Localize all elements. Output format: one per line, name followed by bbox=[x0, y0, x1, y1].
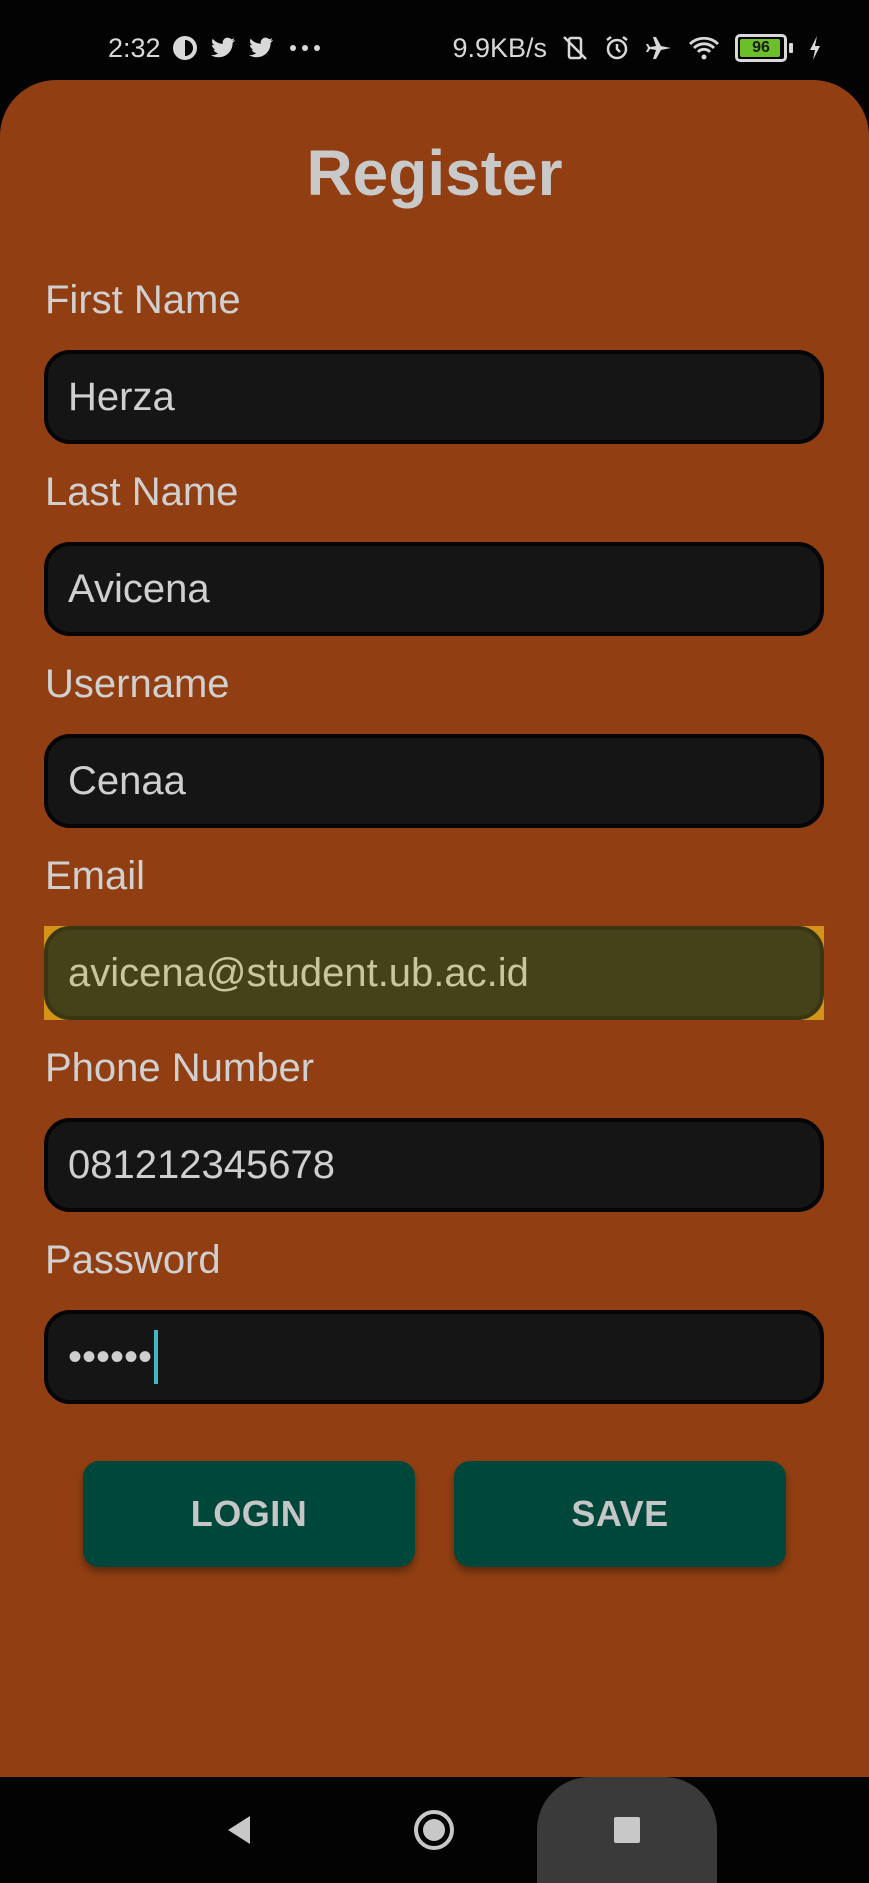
last-name-label: Last Name bbox=[45, 470, 239, 514]
navigation-bar bbox=[0, 1777, 869, 1883]
back-icon bbox=[228, 1816, 250, 1844]
first-name-label: First Name bbox=[45, 278, 241, 322]
twitter-icon bbox=[210, 37, 235, 58]
alarm-icon bbox=[606, 36, 628, 60]
recents-icon bbox=[614, 1817, 640, 1843]
wifi-icon bbox=[689, 36, 719, 60]
email-field[interactable]: avicena@student.ub.ac.id bbox=[44, 926, 824, 1020]
status-time: 2:32 bbox=[108, 33, 161, 63]
page-title: Register bbox=[306, 137, 563, 209]
battery-percent: 96 bbox=[752, 39, 770, 56]
email-label: Email bbox=[45, 854, 146, 898]
network-speed: 9.9KB/s bbox=[452, 33, 547, 63]
recents-button[interactable] bbox=[562, 1777, 692, 1883]
airplane-icon bbox=[646, 37, 671, 59]
save-button[interactable]: SAVE bbox=[454, 1461, 786, 1567]
battery-indicator: 96 bbox=[735, 34, 793, 62]
text-cursor bbox=[154, 1330, 159, 1384]
twitter-icon bbox=[248, 37, 273, 58]
password-field[interactable]: •••••• bbox=[44, 1310, 824, 1404]
first-name-field[interactable]: Herza bbox=[44, 350, 824, 444]
register-sheet: Register First Name Herza Last Name Avic… bbox=[0, 80, 869, 1777]
last-name-field[interactable]: Avicena bbox=[44, 542, 824, 636]
screen: 2:32 9.9KB/s 96 Register First Name Herz… bbox=[0, 0, 869, 1883]
password-label: Password bbox=[45, 1238, 221, 1282]
email-field-value: avicena@student.ub.ac.id bbox=[44, 926, 824, 1020]
more-icon bbox=[289, 45, 320, 51]
phone-number-field[interactable]: 081212345678 bbox=[44, 1118, 824, 1212]
back-button[interactable] bbox=[174, 1777, 304, 1883]
username-label: Username bbox=[45, 662, 230, 706]
status-bar-right: 9.9KB/s 96 bbox=[452, 34, 823, 62]
home-icon bbox=[414, 1810, 454, 1850]
battery-cap bbox=[789, 43, 793, 53]
password-value: •••••• bbox=[68, 1334, 153, 1379]
vibrate-off-icon bbox=[563, 36, 587, 60]
status-bar-left: 2:32 bbox=[108, 34, 325, 62]
battery-icon: 96 bbox=[735, 34, 787, 62]
notification-app-icon bbox=[172, 36, 197, 60]
home-button[interactable] bbox=[369, 1777, 499, 1883]
status-bar: 2:32 9.9KB/s 96 bbox=[0, 0, 869, 80]
phone-number-label: Phone Number bbox=[45, 1046, 315, 1090]
charging-icon bbox=[810, 36, 820, 60]
username-field[interactable]: Cenaa bbox=[44, 734, 824, 828]
login-button[interactable]: LOGIN bbox=[83, 1461, 415, 1567]
